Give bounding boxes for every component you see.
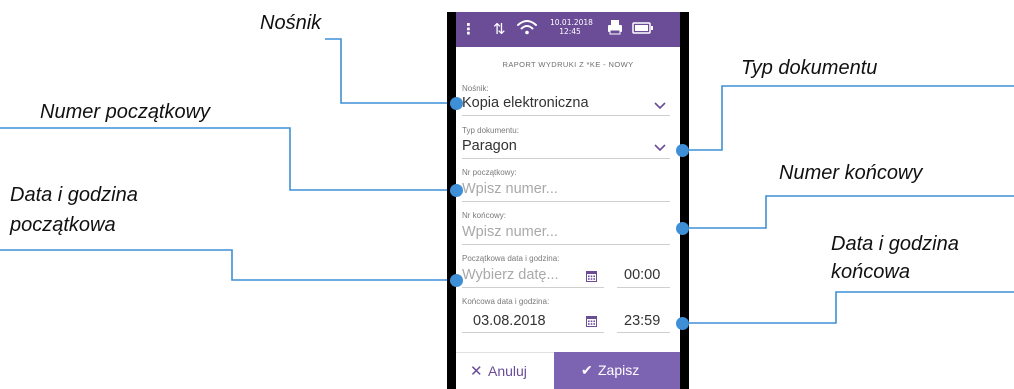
- cancel-button[interactable]: ✕ Anuluj: [456, 352, 554, 389]
- phone-device: ⋮ ⇅ 10.01.2018 12:45 RAPORT WYDRUKI Z *K…: [447, 12, 689, 389]
- chevron-down-icon[interactable]: [654, 144, 666, 152]
- callout-data-poczatkowa-line2: początkowa: [10, 214, 116, 236]
- status-datetime: 10.01.2018 12:45: [550, 18, 593, 36]
- data-koncowa-time-underline: [617, 332, 670, 333]
- callout-dot-nosnik: [450, 97, 463, 110]
- data-poczatkowa-time-input[interactable]: 00:00: [624, 267, 660, 283]
- nr-poczatkowy-label: Nr początkowy:: [462, 168, 517, 177]
- typ-dokumentu-underline: [462, 158, 670, 159]
- calendar-icon[interactable]: [586, 270, 597, 282]
- nr-poczatkowy-input[interactable]: Wpisz numer...: [462, 181, 558, 197]
- callout-dot-numer-koncowy: [676, 222, 689, 235]
- save-button-label: Zapisz: [598, 362, 640, 378]
- status-time: 12:45: [559, 27, 581, 36]
- typ-dokumentu-label: Typ dokumentu:: [462, 126, 519, 135]
- callout-typ-dokumentu: Typ dokumentu: [741, 57, 878, 79]
- data-poczatkowa-date-input[interactable]: Wybierz datę...: [462, 267, 559, 283]
- status-bar: ⋮ ⇅ 10.01.2018 12:45: [456, 12, 680, 47]
- leader-typ-dokumentu: [682, 85, 1014, 151]
- leader-nosnik: [325, 38, 456, 104]
- nr-koncowy-underline: [462, 244, 670, 245]
- data-koncowa-date-underline: [462, 332, 604, 333]
- data-transfer-icon: ⇅: [493, 20, 506, 38]
- nr-koncowy-input[interactable]: Wpisz numer...: [462, 224, 558, 240]
- callout-data-koncowa-line2: końcowa: [831, 261, 910, 283]
- data-koncowa-date-input[interactable]: 03.08.2018: [473, 313, 546, 329]
- data-poczatkowa-date-underline: [462, 287, 604, 288]
- callout-data-poczatkowa-line1: Data i godzina: [10, 184, 138, 206]
- data-koncowa-label: Końcowa data i godzina:: [462, 297, 550, 306]
- leader-data-koncowa: [682, 291, 1014, 324]
- callout-numer-poczatkowy: Numer początkowy: [40, 101, 211, 123]
- nosnik-select[interactable]: Kopia elektroniczna: [462, 95, 589, 111]
- callout-nosnik: Nośnik: [260, 12, 322, 34]
- status-date: 10.01.2018: [550, 18, 593, 27]
- wifi-icon: [517, 20, 537, 35]
- data-poczatkowa-time-underline: [617, 287, 670, 288]
- callout-dot-numer-poczatkowy: [450, 184, 463, 197]
- data-poczatkowa-label: Początkowa data i godzina:: [462, 254, 560, 263]
- callout-numer-koncowy: Numer końcowy: [779, 162, 923, 184]
- battery-icon: [632, 22, 653, 34]
- callout-dot-data-koncowa: [676, 317, 689, 330]
- calendar-icon[interactable]: [586, 315, 597, 327]
- nr-koncowy-label: Nr końcowy:: [462, 211, 507, 220]
- nosnik-label: Nośnik:: [462, 84, 489, 93]
- callout-dot-typ-dokumentu: [676, 144, 689, 157]
- nr-poczatkowy-underline: [462, 201, 670, 202]
- typ-dokumentu-select[interactable]: Paragon: [462, 138, 517, 154]
- cancel-button-label: Anuluj: [488, 363, 527, 379]
- check-icon: ✔: [581, 362, 593, 378]
- chevron-down-icon[interactable]: [654, 102, 666, 110]
- leader-data-poczatkowa: [0, 249, 456, 281]
- nosnik-underline: [462, 115, 670, 116]
- save-button[interactable]: ✔ Zapisz: [554, 352, 680, 389]
- printer-icon: [608, 20, 622, 35]
- app-screen: ⋮ ⇅ 10.01.2018 12:45 RAPORT WYDRUKI Z *K…: [456, 12, 680, 389]
- callout-dot-data-poczatkowa: [450, 274, 463, 287]
- data-koncowa-time-input[interactable]: 23:59: [624, 313, 660, 329]
- leader-numer-koncowy: [682, 195, 1014, 229]
- callout-data-koncowa-line1: Data i godzina: [831, 233, 959, 255]
- page-title: RAPORT WYDRUKI Z *KE - NOWY: [502, 60, 634, 69]
- close-icon: ✕: [470, 363, 483, 380]
- leader-numer-poczatkowy: [0, 127, 456, 191]
- menu-dots-icon[interactable]: ⋮: [461, 20, 476, 38]
